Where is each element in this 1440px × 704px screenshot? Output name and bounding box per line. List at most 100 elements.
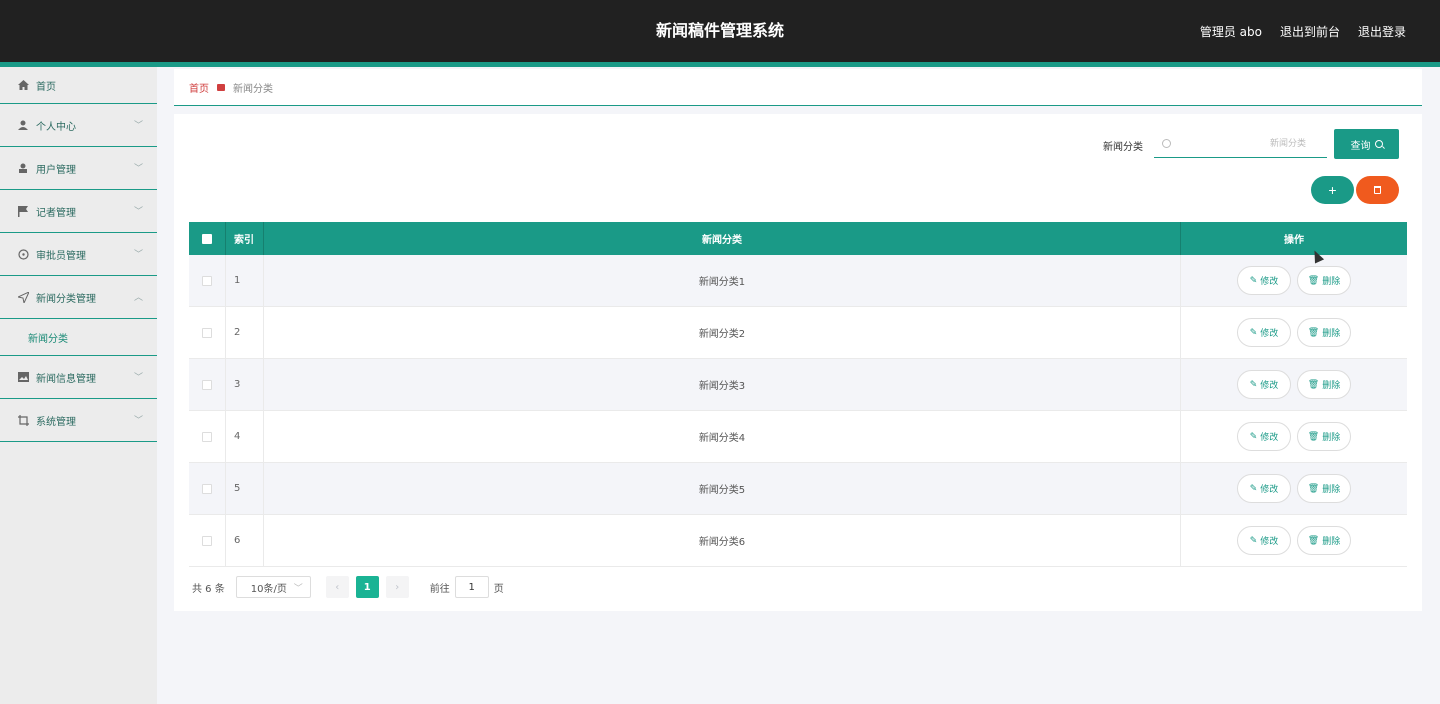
pencil-icon: ✎: [1249, 535, 1258, 546]
row-ops: ✎ 修改 🗑 删除: [1181, 307, 1407, 358]
delete-button-label: 删除: [1322, 485, 1341, 495]
total-count: 共 6 条: [192, 583, 225, 595]
table-row: 6 新闻分类6 ✎ 修改 🗑 删除: [189, 515, 1407, 567]
row-select-cell: [189, 307, 226, 358]
sidebar-item-news-category-management[interactable]: 新闻分类管理 ︿: [0, 276, 157, 319]
delete-button-label: 删除: [1322, 329, 1341, 339]
sidebar-item-label: 用户管理: [36, 164, 76, 176]
row-checkbox[interactable]: [202, 431, 212, 442]
row-checkbox[interactable]: [202, 535, 212, 546]
edit-button[interactable]: ✎ 修改: [1237, 266, 1291, 295]
top-bar-accent: [0, 62, 1440, 67]
row-ops: ✎ 修改 🗑 删除: [1181, 359, 1407, 410]
row-checkbox[interactable]: [202, 275, 212, 286]
pencil-icon: ✎: [1249, 275, 1258, 286]
row-checkbox[interactable]: [202, 483, 212, 494]
sidebar-item-news-info-management[interactable]: 新闻信息管理 ﹀: [0, 356, 157, 399]
edit-button-label: 修改: [1260, 537, 1279, 547]
delete-button[interactable]: 🗑 删除: [1297, 526, 1351, 555]
sidebar-item-label: 审批员管理: [36, 250, 86, 262]
pencil-icon: ✎: [1249, 483, 1258, 494]
breadcrumb-home-link[interactable]: 首页: [189, 80, 209, 95]
edit-button[interactable]: ✎ 修改: [1237, 422, 1291, 451]
row-category-name: 新闻分类5: [264, 463, 1181, 514]
next-page-button[interactable]: ›: [385, 576, 409, 598]
search-field: [1154, 130, 1327, 158]
search-input[interactable]: [1178, 134, 1318, 154]
sidebar-item-approver-management[interactable]: 审批员管理 ﹀: [0, 233, 157, 276]
sidebar-item-personal-center[interactable]: 个人中心 ﹀: [0, 104, 157, 147]
page-size-select[interactable]: 10条/页 ﹀: [235, 576, 311, 598]
edit-button-label: 修改: [1260, 485, 1279, 495]
sidebar-item-home[interactable]: 首页: [0, 67, 157, 104]
trash-icon: [1374, 186, 1381, 194]
row-index: 4: [226, 411, 264, 462]
row-index: 5: [226, 463, 264, 514]
delete-button[interactable]: 🗑 删除: [1297, 422, 1351, 451]
goto-label: 前往: [429, 583, 450, 595]
sidebar-item-user-management[interactable]: 用户管理 ﹀: [0, 147, 157, 190]
query-button[interactable]: 查询: [1334, 129, 1399, 159]
trash-icon: 🗑: [1307, 483, 1320, 494]
delete-button-label: 删除: [1322, 381, 1341, 391]
trash-icon: 🗑: [1307, 275, 1320, 286]
batch-delete-button[interactable]: [1356, 176, 1399, 204]
row-ops: ✎ 修改 🗑 删除: [1181, 411, 1407, 462]
delete-button[interactable]: 🗑 删除: [1297, 266, 1351, 295]
column-header-index: 索引: [226, 222, 264, 255]
delete-button[interactable]: 🗑 删除: [1297, 318, 1351, 347]
edit-button[interactable]: ✎ 修改: [1237, 318, 1291, 347]
breadcrumb-current: 新闻分类: [233, 83, 273, 95]
edit-button[interactable]: ✎ 修改: [1237, 526, 1291, 555]
send-icon: [17, 291, 29, 303]
sidebar-item-label: 首页: [36, 81, 56, 93]
column-header-ops: 操作: [1284, 235, 1304, 246]
sidebar-item-reporter-management[interactable]: 记者管理 ﹀: [0, 190, 157, 233]
admin-user-link[interactable]: 管理员 abo: [1200, 23, 1262, 40]
top-links: 管理员 abo 退出到前台 退出登录: [1200, 0, 1406, 62]
pencil-icon: ✎: [1249, 379, 1258, 390]
edit-button-label: 修改: [1260, 329, 1279, 339]
trash-icon: 🗑: [1307, 431, 1320, 442]
search-label: 新闻分类: [1103, 142, 1143, 153]
row-category-name: 新闻分类6: [264, 515, 1181, 566]
content-card: 新闻分类 查询 + 索引 新闻分类 操作 1新闻分类1✎修改🗑删除2新闻分类2✎…: [174, 114, 1422, 611]
pencil-icon: ✎: [1249, 327, 1258, 338]
table-row: 2 新闻分类2 ✎ 修改 🗑 删除: [189, 307, 1407, 359]
sidebar-item-label: 记者管理: [36, 207, 76, 219]
edit-button[interactable]: ✎ 修改: [1237, 370, 1291, 399]
add-button[interactable]: +: [1311, 176, 1354, 204]
search-icon: [1162, 139, 1171, 148]
row-select-cell: [189, 359, 226, 410]
edit-button[interactable]: ✎ 修改: [1237, 474, 1291, 503]
delete-button-label: 删除: [1322, 433, 1341, 443]
back-to-front-link[interactable]: 退出到前台: [1280, 23, 1340, 40]
chevron-down-icon: ﹀: [133, 372, 143, 383]
delete-button[interactable]: 🗑 删除: [1297, 474, 1351, 503]
logout-link[interactable]: 退出登录: [1358, 23, 1406, 40]
prev-page-button[interactable]: ‹: [325, 576, 349, 598]
search-icon: [1374, 140, 1383, 148]
flag-icon: [17, 205, 29, 217]
row-index: 1: [226, 255, 264, 306]
edit-button-label: 修改: [1260, 433, 1279, 443]
goto-suffix: 页: [493, 583, 504, 595]
page-number-current[interactable]: 1: [355, 576, 379, 598]
table-row: 1 新闻分类1 ✎ 修改 🗑 删除: [189, 255, 1407, 307]
row-checkbox[interactable]: [202, 327, 212, 338]
row-checkbox[interactable]: [202, 379, 212, 390]
row-ops: ✎ 修改 🗑 删除: [1181, 255, 1407, 306]
row-index: 3: [226, 359, 264, 410]
home-icon: [17, 79, 29, 91]
chevron-down-icon: ﹀: [133, 163, 143, 174]
select-all-checkbox[interactable]: [202, 233, 212, 244]
sidebar-subitem-news-category[interactable]: 新闻分类: [0, 319, 157, 356]
sidebar-item-label: 新闻分类管理: [36, 293, 96, 305]
chevron-down-icon: ﹀: [133, 206, 143, 217]
row-ops: ✎ 修改 🗑 删除: [1181, 515, 1407, 566]
sidebar-item-system-management[interactable]: 系统管理 ﹀: [0, 399, 157, 442]
goto-page-input[interactable]: [454, 576, 489, 598]
delete-button[interactable]: 🗑 删除: [1297, 370, 1351, 399]
category-table: 索引 新闻分类 操作 1 新闻分类1 ✎ 修改 🗑 删除 2 新闻分类2 ✎ 修改 🗑 删除 3 新闻分类…: [189, 222, 1407, 567]
chevron-down-icon: ﹀: [133, 120, 143, 131]
